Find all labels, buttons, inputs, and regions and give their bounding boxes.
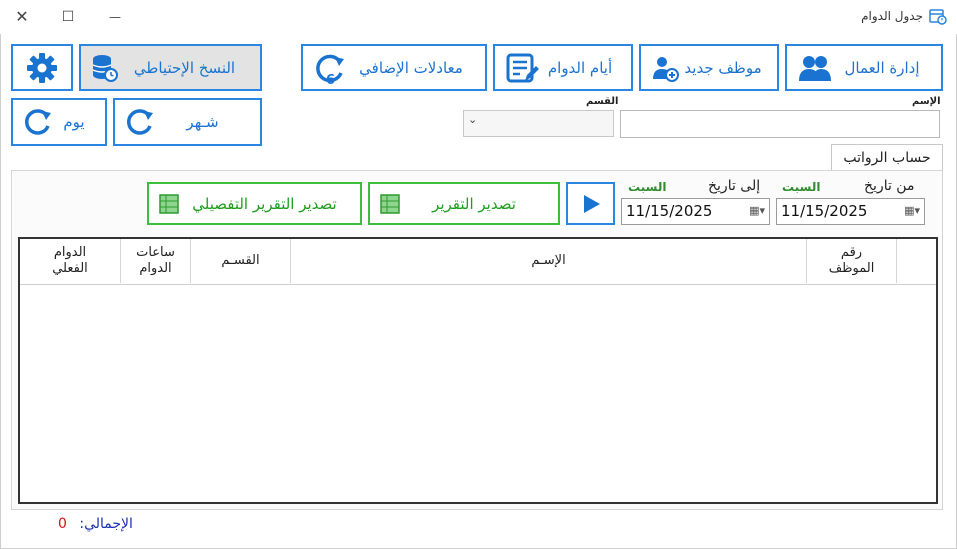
from-date-label: من تاريخ <box>864 178 915 194</box>
tab-salary-calculation[interactable]: حساب الرواتب <box>831 144 943 172</box>
workers-label: إدارة العمال <box>844 58 920 77</box>
to-date-picker[interactable]: 11/15/2025 ▦▾ <box>621 198 770 225</box>
new-employee-label: موظف جديد <box>684 58 762 77</box>
column-employee-number[interactable]: رقم الموظف <box>806 239 896 283</box>
total-summary: الإجمالي: 0 <box>58 516 133 532</box>
gear-icon <box>27 52 57 83</box>
day-button[interactable]: يوم <box>11 98 107 146</box>
users-icon <box>799 55 831 81</box>
name-field-label: الإسم <box>912 96 941 107</box>
work-days-label: أيام الدوام <box>547 58 613 77</box>
edit-list-icon <box>506 53 539 82</box>
spreadsheet-icon <box>380 193 400 214</box>
backup-label: النسخ الإحتياطي <box>133 58 236 77</box>
total-label: الإجمالي: <box>79 516 133 532</box>
to-date-label: إلى تاريخ <box>708 178 761 194</box>
database-restore-icon <box>92 54 118 82</box>
month-label: شـهر <box>186 113 219 131</box>
export-report-label: تصدير التقرير <box>432 194 516 213</box>
refresh-icon <box>127 109 153 135</box>
work-days-button[interactable]: أيام الدوام <box>493 44 633 91</box>
svg-text:6: 6 <box>326 73 335 85</box>
close-window-button[interactable]: ✕ <box>10 6 34 28</box>
column-department[interactable]: القسـم <box>190 239 290 283</box>
department-field-label: القسم <box>586 96 619 107</box>
calendar-dropdown-icon[interactable]: ▦▾ <box>904 199 920 223</box>
column-name[interactable]: الإسـم <box>290 239 806 283</box>
chevron-down-icon: ⌄ <box>468 113 478 126</box>
spreadsheet-icon <box>159 193 179 214</box>
refresh-six-icon: 6 <box>316 54 344 85</box>
from-day-name: السبت <box>782 180 821 194</box>
manage-workers-button[interactable]: إدارة العمال <box>785 44 943 91</box>
minimize-window-button[interactable]: — <box>103 6 127 28</box>
day-label: يوم <box>63 113 85 131</box>
to-date-value: 11/15/2025 <box>626 202 713 220</box>
column-work-hours[interactable]: ساعات الدوام <box>120 239 190 283</box>
month-button[interactable]: شـهر <box>113 98 262 146</box>
to-day-name: السبت <box>628 180 667 194</box>
export-detailed-label: تصدير التقرير التفصيلي <box>192 194 337 213</box>
new-employee-button[interactable]: موظف جديد <box>639 44 779 91</box>
total-value: 0 <box>58 516 67 532</box>
play-icon <box>583 194 600 213</box>
settings-button[interactable] <box>11 44 73 91</box>
export-detailed-report-button[interactable]: تصدير التقرير التفصيلي <box>147 182 362 225</box>
window-title: جدول الدوام <box>861 9 923 23</box>
overtime-label: معادلات الإضافي <box>359 58 463 77</box>
salary-grid[interactable]: رقم الموظف الإسـم القسـم ساعات الدوام الدو… <box>18 237 938 504</box>
maximize-window-button[interactable]: ☐ <box>56 6 80 28</box>
add-user-icon <box>653 56 679 82</box>
column-actual-work[interactable]: الدوام الفعلي <box>20 239 120 283</box>
tab-label: حساب الرواتب <box>843 150 931 166</box>
refresh-icon <box>25 109 51 135</box>
from-date-value: 11/15/2025 <box>781 202 868 220</box>
overtime-formulas-button[interactable]: معادلات الإضافي 6 <box>301 44 487 91</box>
department-select[interactable]: ⌄ <box>463 110 614 137</box>
row-header-column <box>896 239 936 283</box>
title-bar: ✕ ☐ — جدول الدوام <box>0 0 957 34</box>
grid-header: رقم الموظف الإسـم القسـم ساعات الدوام الدو… <box>20 239 936 285</box>
backup-button[interactable]: النسخ الإحتياطي <box>79 44 262 91</box>
export-report-button[interactable]: تصدير التقرير <box>368 182 560 225</box>
from-date-picker[interactable]: 11/15/2025 ▦▾ <box>776 198 925 225</box>
calendar-dropdown-icon[interactable]: ▦▾ <box>749 199 765 223</box>
name-input[interactable] <box>620 110 940 138</box>
calendar-clock-icon <box>929 9 947 25</box>
run-button[interactable] <box>566 182 615 225</box>
